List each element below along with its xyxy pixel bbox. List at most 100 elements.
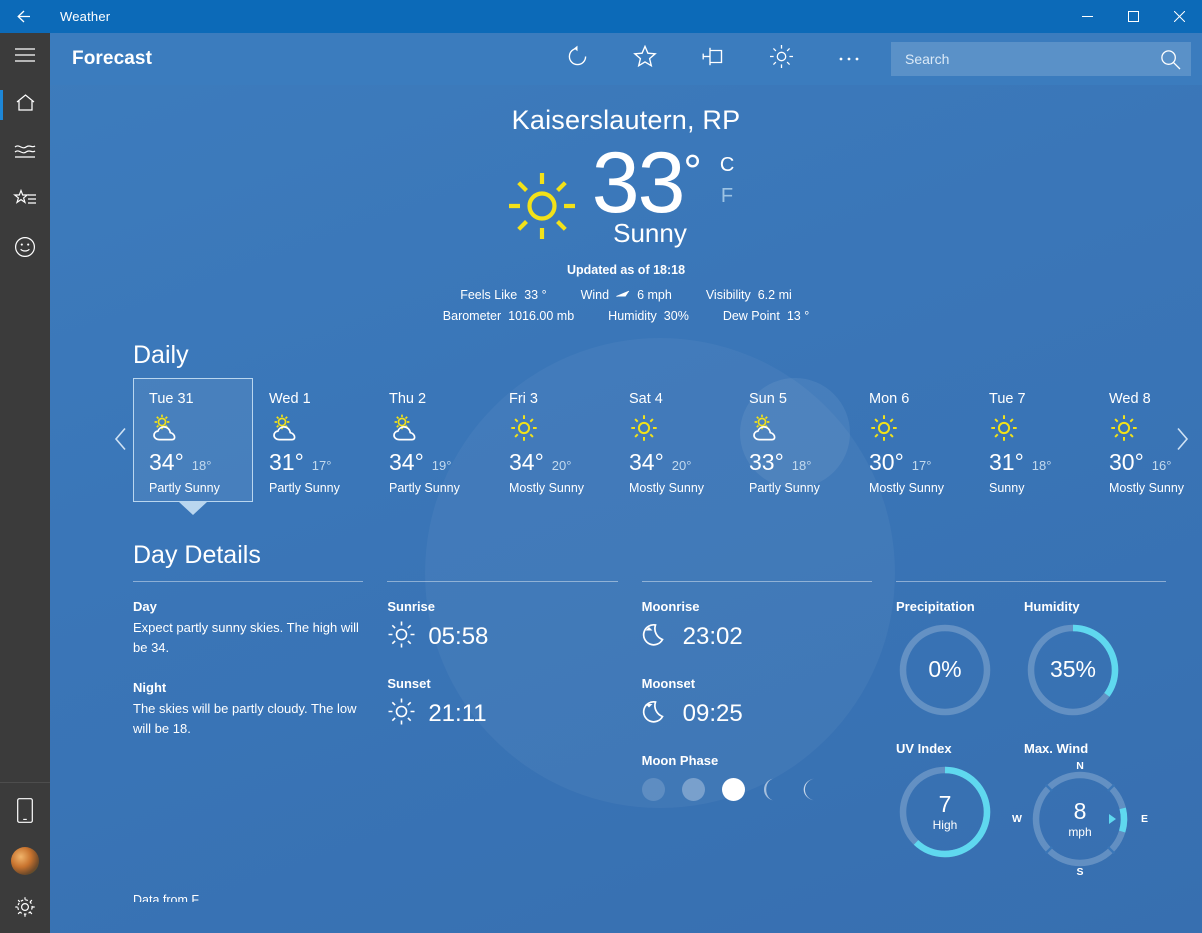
close-button[interactable] [1156,0,1202,33]
unit-toggle[interactable]: C F [720,150,734,212]
daily-card-temps: 34° 18° [149,449,252,476]
detail-night: Night The skies will be partly cloudy. T… [133,680,363,739]
daily-card-temps: 34° 20° [509,449,613,476]
daily-card[interactable]: Mon 6 30° 17° Mostly Sunny [853,378,973,502]
sidebar-item-favorites[interactable] [0,177,50,225]
sidebar-item-maps[interactable] [0,129,50,177]
more-button[interactable] [815,33,883,85]
sunrise-icon [387,620,416,654]
daily-card-high: 30° [1109,449,1144,475]
main-panel: Forecast Search Kaiserslautern, RP 33 ° … [50,33,1202,933]
window-title: Weather [60,9,111,24]
daily-heading: Daily [133,341,189,369]
pin-icon [701,46,725,73]
sidebar-item-account[interactable] [0,837,50,885]
maximize-button[interactable] [1110,0,1156,33]
daily-card-low: 17° [911,458,932,473]
daily-card-low: 16° [1151,458,1172,473]
detail-column-gauges: Precipitation 0% Humidity 35% UV Index 7 High M… [895,581,1166,878]
detail-sunset-label: Sunset [387,676,431,691]
daily-card[interactable]: Wed 1 31° 17° Partly Sunny [253,378,373,502]
sidebar-item-settings[interactable] [0,885,50,933]
stat-humidity: Humidity 30% [608,306,689,327]
refresh-button[interactable] [543,33,611,85]
moonrise-icon [642,620,671,654]
daily-card[interactable]: Wed 8 30° 16° Mostly Sunny [1093,378,1202,502]
daily-card-low: 17° [311,458,332,473]
daily-card[interactable]: Tue 31 34° 18° Partly Sunny [133,378,253,502]
refresh-icon [566,45,589,73]
moon-phase-first-quarter [681,778,705,801]
sidebar-item-hamburger[interactable] [0,33,50,81]
unit-celsius[interactable]: C [720,150,734,181]
detail-night-label: Night [133,680,167,695]
daily-card-temps: 34° 20° [629,449,733,476]
stat-label: Feels Like [460,288,518,302]
theme-button[interactable] [747,33,815,85]
compass-east: E [1140,813,1148,825]
moon-phase-new-moon [641,778,665,801]
location-name: Kaiserslautern, RP [511,105,741,135]
daily-card-low: 20° [671,458,692,473]
sidebar [0,33,50,933]
avatar [11,847,39,875]
detail-moonrise-label: Moonrise [641,599,700,614]
sidebar-item-news[interactable] [0,225,50,273]
daily-card-temps: 31° 17° [269,449,373,476]
title-bar: Weather [0,0,1202,33]
sunny-icon [1109,414,1139,442]
temperature-wrapper: 33 ° [592,140,702,226]
detail-sunset-value: 21:11 [428,700,487,727]
partly-sunny-icon [749,414,779,442]
daily-card-condition: Partly Sunny [149,481,220,495]
gauge-center: 0% [896,621,994,719]
daily-card-list: Tue 31 34° 18° Partly Sunny Wed 1 31° 17° Partl… [133,378,1184,502]
stat-label: Barometer [442,309,502,323]
sidebar-item-forecast[interactable] [0,81,50,129]
daily-card-day: Thu 2 [389,391,427,407]
gauge-center: 8 mph [1024,763,1136,875]
detail-moonset: Moonset 09:25 [642,676,872,731]
detail-moonset-value: 09:25 [682,700,743,727]
daily-card-day: Wed 1 [269,391,311,407]
sunny-icon [989,414,1019,442]
column-divider [133,581,364,582]
minimize-button[interactable] [1064,0,1110,33]
partly-sunny-icon [389,414,419,442]
daily-card-low: 18° [191,458,212,473]
day-details-heading: Day Details [133,541,261,569]
stat-label: Humidity [608,309,657,323]
daily-card-low: 20° [551,458,572,473]
search-box[interactable] [891,42,1191,76]
page-title: Forecast [72,48,153,69]
detail-day: Day Expect partly sunny skies. The high … [133,599,363,658]
stat-value: 1016.00 mb [508,309,575,323]
gauge-value: 7 [938,791,952,818]
stat-wind: Wind 6 mph [581,285,672,306]
detail-sunset-row: 21:11 [387,697,617,731]
back-button[interactable] [0,0,46,33]
favorite-button[interactable] [611,33,679,85]
daily-card-low: 18° [1031,458,1052,473]
search-input[interactable] [891,51,1149,67]
moon-phase-waning-crescent [802,778,825,801]
sidebar-item-send-to-phone[interactable] [0,789,50,837]
daily-card[interactable]: Sat 4 34° 20° Mostly Sunny [613,378,733,502]
daily-card-high: 34° [389,449,424,475]
gauge-ring: 0% [896,621,994,719]
unit-fahrenheit[interactable]: F [720,181,734,212]
daily-card[interactable]: Tue 7 31° 18° Sunny [973,378,1093,502]
moon-phase-full-moon [721,778,745,801]
daily-card[interactable]: Thu 2 34° 19° Partly Sunny [373,378,493,502]
daily-card[interactable]: Sun 5 33° 18° Partly Sunny [733,378,853,502]
stat-label: Visibility [705,288,751,302]
daily-prev-button[interactable] [108,414,134,464]
daily-card[interactable]: Fri 3 34° 20° Mostly Sunny [493,378,613,502]
search-icon[interactable] [1149,49,1191,70]
daily-card-high: 34° [149,449,184,475]
pin-button[interactable] [679,33,747,85]
compass-west: W [1011,813,1022,825]
daily-card-day: Tue 31 [149,391,194,407]
daily-card-condition: Mostly Sunny [509,481,585,495]
command-bar: Forecast [50,33,1202,85]
